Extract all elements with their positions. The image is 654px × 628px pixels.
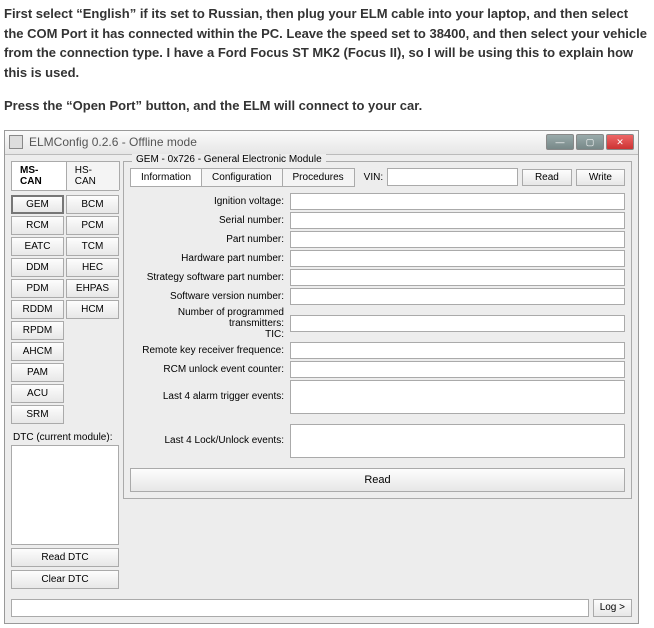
minimize-button[interactable]: — bbox=[546, 134, 574, 150]
info-table: Ignition voltage: Serial number: Part nu… bbox=[130, 193, 625, 458]
window-title: ELMConfig 0.2.6 - Offline mode bbox=[29, 135, 546, 149]
label-rcm-unlock-counter: RCM unlock event counter: bbox=[130, 364, 290, 375]
module-tcm[interactable]: TCM bbox=[66, 237, 119, 256]
status-text bbox=[11, 599, 589, 617]
subtab-information[interactable]: Information bbox=[130, 168, 202, 187]
module-grid: GEM BCM RCM PCM EATC TCM DDM HEC PDM EHP… bbox=[11, 195, 119, 424]
module-bcm[interactable]: BCM bbox=[66, 195, 119, 214]
tab-hscan[interactable]: HS-CAN bbox=[66, 161, 120, 190]
maximize-button[interactable]: ▢ bbox=[576, 134, 604, 150]
label-hardware-part-number: Hardware part number: bbox=[130, 253, 290, 264]
label-lock-unlock-events: Last 4 Lock/Unlock events: bbox=[130, 435, 290, 446]
module-ddm[interactable]: DDM bbox=[11, 258, 64, 277]
label-transmitters: Number of programmed transmitters:TIC: bbox=[130, 307, 290, 340]
label-alarm-events: Last 4 alarm trigger events: bbox=[130, 391, 290, 402]
module-pcm[interactable]: PCM bbox=[66, 216, 119, 235]
subtab-configuration[interactable]: Configuration bbox=[201, 168, 282, 187]
groupbox-legend: GEM - 0x726 - General Electronic Module bbox=[132, 154, 326, 165]
read-dtc-button[interactable]: Read DTC bbox=[11, 548, 119, 567]
module-rcm[interactable]: RCM bbox=[11, 216, 64, 235]
value-strategy-software-pn bbox=[290, 269, 625, 286]
vin-input[interactable] bbox=[387, 168, 518, 186]
module-hcm[interactable]: HCM bbox=[66, 300, 119, 319]
value-software-version bbox=[290, 288, 625, 305]
module-eatc[interactable]: EATC bbox=[11, 237, 64, 256]
app-window: ELMConfig 0.2.6 - Offline mode — ▢ ✕ MS-… bbox=[4, 130, 639, 624]
module-acu[interactable]: ACU bbox=[11, 384, 64, 403]
label-remote-key-freq: Remote key receiver frequence: bbox=[130, 345, 290, 356]
module-ahcm[interactable]: AHCM bbox=[11, 342, 64, 361]
module-gem[interactable]: GEM bbox=[11, 195, 64, 214]
value-serial-number bbox=[290, 212, 625, 229]
module-rddm[interactable]: RDDM bbox=[11, 300, 64, 319]
dtc-list[interactable] bbox=[11, 445, 119, 545]
module-groupbox: GEM - 0x726 - General Electronic Module … bbox=[123, 161, 632, 499]
value-rcm-unlock-counter bbox=[290, 361, 625, 378]
label-serial-number: Serial number: bbox=[130, 215, 290, 226]
module-rpdm[interactable]: RPDM bbox=[11, 321, 64, 340]
value-lock-unlock-events bbox=[290, 424, 625, 458]
titlebar: ELMConfig 0.2.6 - Offline mode — ▢ ✕ bbox=[5, 131, 638, 155]
label-software-version: Software version number: bbox=[130, 291, 290, 302]
instruction-p2: Press the “Open Port” button, and the EL… bbox=[4, 96, 650, 116]
label-ignition-voltage: Ignition voltage: bbox=[130, 196, 290, 207]
log-button[interactable]: Log > bbox=[593, 599, 632, 617]
close-button[interactable]: ✕ bbox=[606, 134, 634, 150]
value-ignition-voltage bbox=[290, 193, 625, 210]
module-pam[interactable]: PAM bbox=[11, 363, 64, 382]
label-part-number: Part number: bbox=[130, 234, 290, 245]
value-part-number bbox=[290, 231, 625, 248]
read-button[interactable]: Read bbox=[130, 468, 625, 492]
tab-mscan[interactable]: MS-CAN bbox=[11, 161, 67, 190]
label-strategy-software-pn: Strategy software part number: bbox=[130, 272, 290, 283]
instruction-p1: First select “English” if its set to Rus… bbox=[4, 4, 650, 82]
value-alarm-events bbox=[290, 380, 625, 414]
status-bar: Log > bbox=[5, 595, 638, 623]
dtc-label: DTC (current module): bbox=[13, 432, 119, 443]
clear-dtc-button[interactable]: Clear DTC bbox=[11, 570, 119, 589]
module-ehpas[interactable]: EHPAS bbox=[66, 279, 119, 298]
module-pdm[interactable]: PDM bbox=[11, 279, 64, 298]
app-icon bbox=[9, 135, 23, 149]
module-hec[interactable]: HEC bbox=[66, 258, 119, 277]
value-transmitters bbox=[290, 315, 625, 332]
module-srm[interactable]: SRM bbox=[11, 405, 64, 424]
value-hardware-part-number bbox=[290, 250, 625, 267]
subtab-procedures[interactable]: Procedures bbox=[282, 168, 355, 187]
vin-label: VIN: bbox=[364, 172, 383, 183]
vin-read-button[interactable]: Read bbox=[522, 169, 572, 186]
vin-write-button[interactable]: Write bbox=[576, 169, 625, 186]
bus-tabs: MS-CAN HS-CAN bbox=[11, 161, 119, 191]
value-remote-key-freq bbox=[290, 342, 625, 359]
